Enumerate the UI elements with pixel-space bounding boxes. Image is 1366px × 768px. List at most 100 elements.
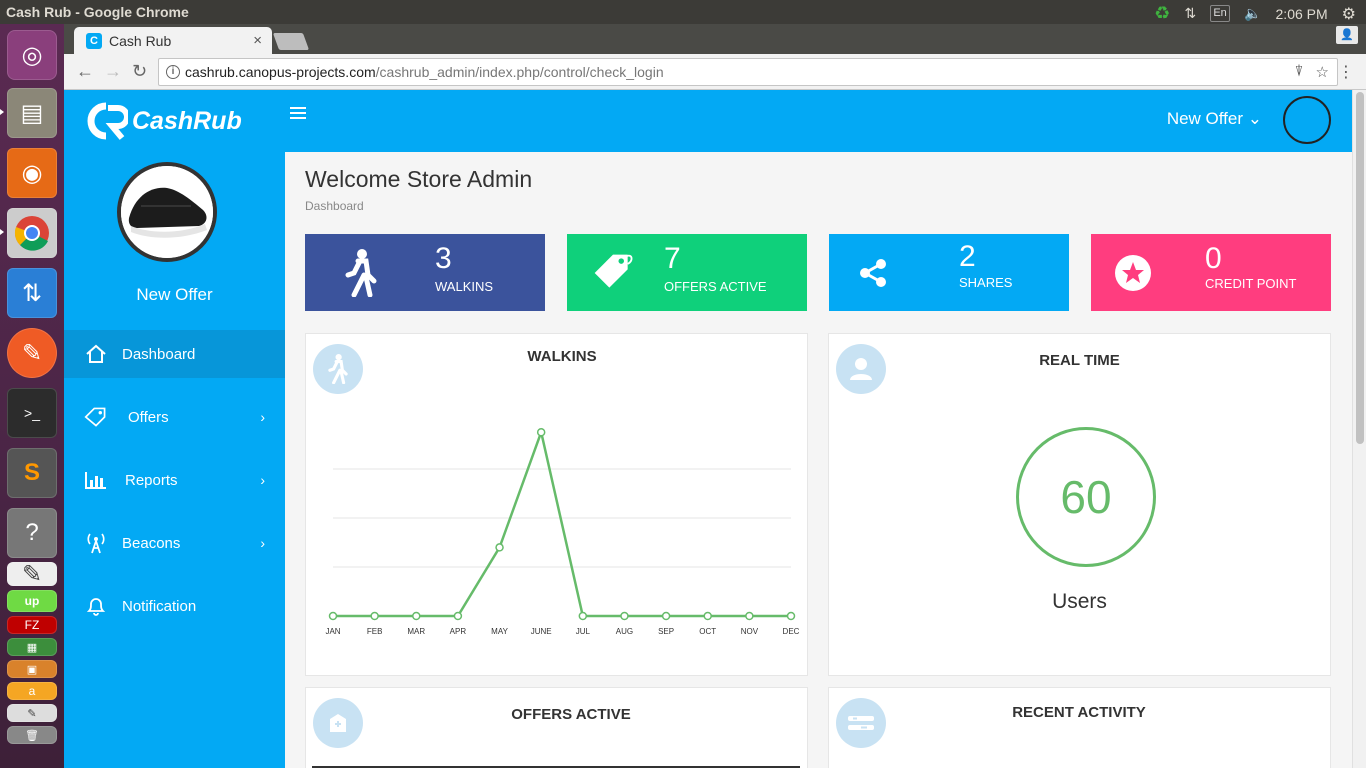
terminal-icon[interactable]: >_ xyxy=(7,388,57,438)
sidebar-item-notification[interactable]: Notification xyxy=(64,582,285,630)
antenna-icon xyxy=(84,531,108,555)
stat-card-credit-point[interactable]: 0 CREDIT POINT xyxy=(1091,234,1331,311)
scrollbar-thumb[interactable] xyxy=(1356,92,1364,444)
clock[interactable]: 2:06 PM xyxy=(1276,6,1328,22)
walking-person-icon xyxy=(339,248,383,298)
store-name[interactable]: New Offer xyxy=(64,285,285,305)
realtime-card: REAL TIME 60 Users xyxy=(828,333,1331,676)
recycle-icon[interactable]: ♻ xyxy=(1154,3,1170,24)
x-tick-label: APR xyxy=(450,627,467,636)
x-tick-label: NOV xyxy=(741,627,759,636)
sidebar-item-reports[interactable]: Reports › xyxy=(64,456,285,504)
shares-count: 2 xyxy=(959,240,976,273)
data-point-oct[interactable] xyxy=(703,611,712,621)
data-point-aug[interactable] xyxy=(620,611,629,621)
close-tab-icon[interactable]: × xyxy=(253,32,262,49)
sidebar: CashRub New Offer Dashboard Offers › Rep… xyxy=(64,90,285,768)
data-point-may[interactable] xyxy=(495,543,504,552)
data-point-jan[interactable] xyxy=(328,611,338,621)
data-point-sep[interactable] xyxy=(661,611,671,621)
text-editor-icon[interactable]: ✎ xyxy=(7,561,57,588)
stat-card-walkins[interactable]: 3 WALKINS xyxy=(305,234,545,311)
reload-icon[interactable]: ↻ xyxy=(132,61,147,82)
presentation-icon[interactable]: ▣ xyxy=(7,660,57,678)
x-tick-label: MAR xyxy=(407,627,425,636)
filter-icon[interactable]: ⍒ xyxy=(1295,63,1304,81)
forward-icon[interactable]: → xyxy=(104,61,122,82)
new-tab-button[interactable] xyxy=(272,33,310,50)
chevron-right-icon: › xyxy=(260,409,265,425)
walkins-label: WALKINS xyxy=(435,279,494,294)
share-icon xyxy=(851,248,895,298)
site-info-icon[interactable]: i xyxy=(166,65,180,79)
profile-icon[interactable]: 👤 xyxy=(1336,26,1358,44)
x-tick-label: SEP xyxy=(658,627,674,636)
chevron-right-icon: › xyxy=(260,472,265,488)
spreadsheet-icon[interactable]: ▦ xyxy=(7,638,57,656)
tab-title: Cash Rub xyxy=(109,32,172,49)
stat-card-offers-active[interactable]: 7 OFFERS ACTIVE xyxy=(567,234,807,311)
x-tick-label: JUNE xyxy=(531,627,552,636)
system-tray: ♻ ⇅ En 🔈 2:06 PM ⚙ xyxy=(1154,3,1356,24)
data-point-dec[interactable] xyxy=(786,611,796,621)
offers-active-title: OFFERS ACTIVE xyxy=(511,706,631,723)
help-icon[interactable]: ? xyxy=(7,508,57,558)
sidebar-item-label: Dashboard xyxy=(122,345,196,363)
home-icon xyxy=(84,342,108,366)
new-offer-dropdown[interactable]: New Offer ⌄ xyxy=(1167,109,1262,129)
firefox-icon[interactable]: ◉ xyxy=(7,148,57,198)
filezilla-icon[interactable]: FZ xyxy=(7,616,57,634)
data-point-june[interactable] xyxy=(536,428,546,437)
keyboard-lang-indicator[interactable]: En xyxy=(1210,5,1231,22)
shares-label: SHARES xyxy=(959,275,1013,290)
sublime-text-icon[interactable]: S xyxy=(7,448,57,498)
offers-active-count: 7 xyxy=(664,242,681,275)
document-viewer-icon[interactable]: ✎ xyxy=(7,704,57,722)
realtime-users-label: Users xyxy=(1052,590,1107,613)
page-scrollbar[interactable] xyxy=(1352,90,1366,768)
url-host: cashrub.canopus-projects.com xyxy=(185,64,376,80)
star-badge-icon xyxy=(1111,248,1155,298)
data-point-nov[interactable] xyxy=(745,611,754,621)
x-tick-label: AUG xyxy=(616,627,633,636)
chrome-icon[interactable] xyxy=(7,208,57,258)
x-tick-label: OCT xyxy=(699,627,716,636)
walkins-line-chart[interactable]: JAN FEB MAR APR MAY JUNE JUL AUG SEP OCT NOV DEC xyxy=(306,334,809,677)
realtime-users-gauge: 60 xyxy=(1016,427,1156,567)
user-avatar[interactable] xyxy=(1283,96,1331,144)
amazon-icon[interactable]: a xyxy=(7,682,57,700)
updates-icon[interactable]: ⇅ xyxy=(7,268,57,318)
trash-icon[interactable]: 🗑 xyxy=(7,726,57,744)
bookmark-star-icon[interactable]: ☆ xyxy=(1316,63,1329,81)
sidebar-item-beacons[interactable]: Beacons › xyxy=(64,519,285,567)
page-title: Welcome Store Admin xyxy=(305,166,533,192)
credit-point-label: CREDIT POINT xyxy=(1205,276,1297,291)
data-point-mar[interactable] xyxy=(412,611,421,621)
sidebar-item-offers[interactable]: Offers › xyxy=(64,393,285,441)
postman-icon[interactable]: ✎ xyxy=(7,328,57,378)
back-icon[interactable]: ← xyxy=(76,61,94,82)
address-bar[interactable]: i cashrub.canopus-projects.com/cashrub_a… xyxy=(158,58,1338,86)
volume-muted-icon[interactable]: 🔈 xyxy=(1244,5,1261,22)
data-point-feb[interactable] xyxy=(370,611,379,621)
sidebar-item-label: Notification xyxy=(122,597,197,615)
web-page: CashRub New Offer Dashboard Offers › Rep… xyxy=(64,90,1352,768)
chrome-menu-icon[interactable]: ⋮ xyxy=(1338,62,1354,82)
data-point-jul[interactable] xyxy=(578,611,588,621)
settings-gear-icon[interactable]: ⚙ xyxy=(1342,4,1356,24)
brand-logo[interactable]: CashRub xyxy=(84,102,242,140)
walkins-count: 3 xyxy=(435,242,452,275)
breadcrumb[interactable]: Dashboard xyxy=(305,199,364,213)
data-point-apr[interactable] xyxy=(453,611,463,621)
hamburger-menu-icon[interactable] xyxy=(290,107,306,122)
upwork-icon[interactable]: up xyxy=(7,590,57,612)
walkins-chart-card: WALKINS JAN FEB MAR APR MAY JUNE JUL AUG SEP OCT N… xyxy=(305,333,808,676)
walkins-series-line xyxy=(333,427,791,618)
stat-card-shares[interactable]: 2 SHARES xyxy=(829,234,1069,311)
sidebar-item-dashboard[interactable]: Dashboard xyxy=(64,330,285,378)
browser-tab[interactable]: C Cash Rub × xyxy=(74,27,272,54)
network-icon[interactable]: ⇅ xyxy=(1184,5,1196,22)
ubuntu-dash-icon[interactable]: ◎ xyxy=(7,30,57,80)
files-icon[interactable]: ▤ xyxy=(7,88,57,138)
tab-strip: C Cash Rub × 👤 xyxy=(64,24,1366,54)
